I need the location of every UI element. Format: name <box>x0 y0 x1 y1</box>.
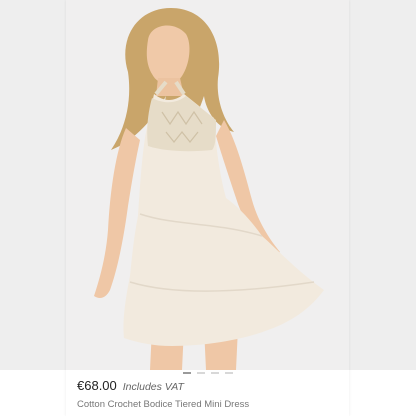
gallery-dot[interactable] <box>196 372 205 374</box>
product-price: €68.00 <box>77 378 117 393</box>
vat-note: Includes VAT <box>122 381 184 393</box>
product-image[interactable] <box>66 0 349 370</box>
gallery-pagination <box>66 372 349 375</box>
gallery-dot-active[interactable] <box>182 372 191 374</box>
product-card[interactable]: €68.00 Includes VAT Cotton Crochet Bodic… <box>66 0 349 416</box>
product-title[interactable]: Cotton Crochet Bodice Tiered Mini Dress <box>77 399 249 410</box>
left-background-strip <box>0 0 66 370</box>
right-background-strip <box>349 0 416 370</box>
price-row: €68.00 Includes VAT <box>77 378 184 396</box>
gallery-dot[interactable] <box>224 372 233 374</box>
gallery-dot[interactable] <box>210 372 219 374</box>
screenshot-frame: €68.00 Includes VAT Cotton Crochet Bodic… <box>0 0 416 416</box>
